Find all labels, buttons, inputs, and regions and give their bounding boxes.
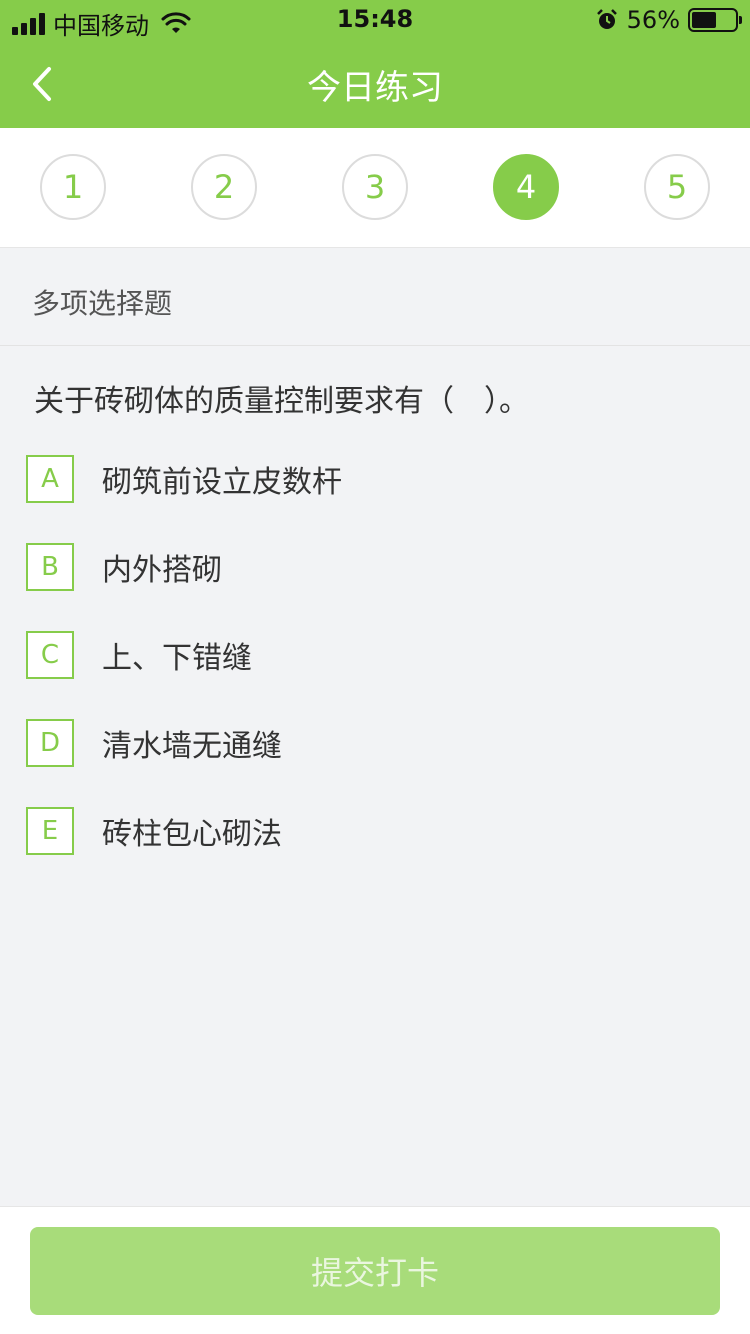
status-bar: 中国移动 15:48 56% xyxy=(0,0,750,40)
option-text: 上、下错缝 xyxy=(102,641,252,676)
option-text: 砌筑前设立皮数杆 xyxy=(102,465,342,500)
step-3[interactable]: 3 xyxy=(342,154,408,220)
question-steps: 1 2 3 4 5 xyxy=(0,128,750,248)
option-d[interactable]: D 清水墙无通缝 xyxy=(26,719,706,767)
question-text: 关于砖砌体的质量控制要求有（ ）。 xyxy=(34,384,529,419)
status-right: 56% xyxy=(595,6,742,34)
option-text: 砖柱包心砌法 xyxy=(102,817,282,852)
submit-button[interactable]: 提交打卡 xyxy=(30,1227,720,1315)
battery-percent: 56% xyxy=(626,6,680,34)
option-letter: B xyxy=(26,543,74,591)
step-5[interactable]: 5 xyxy=(644,154,710,220)
option-letter: C xyxy=(26,631,74,679)
option-b[interactable]: B 内外搭砌 xyxy=(26,543,706,591)
step-2[interactable]: 2 xyxy=(191,154,257,220)
footer: 提交打卡 xyxy=(0,1206,750,1334)
practice-page: 中国移动 15:48 56% 今日练习 1 2 3 4 5 多项选择题 关于砖砌… xyxy=(0,0,750,1334)
section-header: 多项选择题 xyxy=(0,248,750,346)
page-title: 今日练习 xyxy=(307,68,443,108)
step-1[interactable]: 1 xyxy=(40,154,106,220)
nav-bar: 今日练习 xyxy=(0,40,750,128)
option-letter: E xyxy=(26,807,74,855)
option-a[interactable]: A 砌筑前设立皮数杆 xyxy=(26,455,706,503)
option-c[interactable]: C 上、下错缝 xyxy=(26,631,706,679)
option-text: 内外搭砌 xyxy=(102,553,222,588)
battery-fill xyxy=(692,12,716,28)
option-e[interactable]: E 砖柱包心砌法 xyxy=(26,807,706,855)
top-bar: 中国移动 15:48 56% 今日练习 xyxy=(0,0,750,128)
question-type: 多项选择题 xyxy=(32,287,173,320)
step-4[interactable]: 4 xyxy=(493,154,559,220)
option-letter: D xyxy=(26,719,74,767)
alarm-icon xyxy=(596,9,617,29)
option-letter: A xyxy=(26,455,74,503)
option-text: 清水墙无通缝 xyxy=(102,729,282,764)
battery-icon xyxy=(688,8,742,32)
